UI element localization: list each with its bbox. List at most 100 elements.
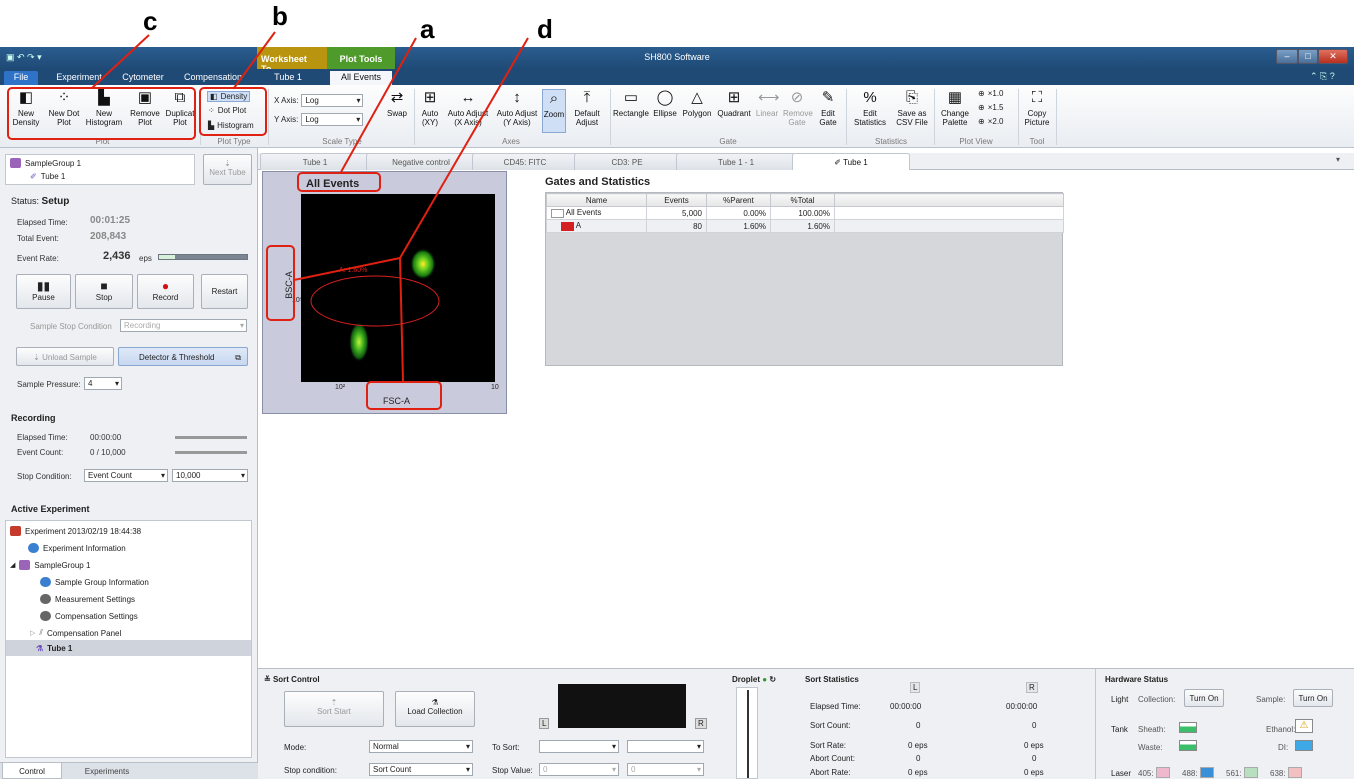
col-name[interactable]: Name [546, 193, 647, 207]
swap-button[interactable]: ⇄ Swap [384, 89, 410, 118]
sort-start-button[interactable]: ⇡ Sort Start [284, 691, 384, 727]
doc-tab-tube-1-active[interactable]: ✐ Tube 1 [792, 153, 910, 171]
laser-488-label: 488: [1182, 769, 1198, 778]
tab-list-dropdown-icon[interactable]: ▾ [1336, 155, 1340, 164]
swap-icon: ⇄ [390, 89, 404, 106]
sample-selector[interactable]: SampleGroup 1 ✐ Tube 1 [5, 154, 195, 185]
recording-stop-select[interactable]: Event Count [84, 469, 168, 482]
tree-item-sample-group-info[interactable]: Sample Group Information [40, 574, 149, 590]
plot-panel[interactable]: All Events BSC-A 10⁵ A: 1.60% 10² 10 FSC… [262, 171, 507, 414]
change-palette-button[interactable]: ▦ Change Palette [937, 89, 973, 127]
tree-item-experiment[interactable]: Experiment 2013/02/19 18:44:38 [10, 523, 141, 539]
stop-value-left-input[interactable]: 0 [539, 763, 619, 776]
polygon-gate-button[interactable]: △ Polygon [681, 89, 713, 118]
tab-control[interactable]: Control [2, 763, 62, 779]
event-rate-unit: eps [139, 254, 152, 263]
status-value: Setup [41, 196, 70, 207]
window-icon: ⧉ [235, 353, 241, 362]
doc-tab-tube-1-1[interactable]: Tube 1 - 1 [676, 153, 796, 170]
record-icon: ● [161, 279, 170, 293]
tab-file[interactable]: File [4, 71, 38, 85]
y-axis-scale-select[interactable]: Log [301, 113, 364, 126]
tree-item-samplegroup[interactable]: ◢ SampleGroup 1 [10, 557, 90, 573]
auto-adjust-y-button[interactable]: ↕ Auto Adjust (Y Axis) [495, 89, 539, 127]
sample-turn-on-button[interactable]: Turn On [1293, 689, 1333, 707]
collection-turn-on-button[interactable]: Turn On [1184, 689, 1224, 707]
tab-experiment[interactable]: Experiment [52, 71, 106, 85]
plot-area[interactable]: A: 1.60% [301, 194, 495, 382]
minimize-button[interactable]: – [1276, 49, 1298, 64]
load-collection-button[interactable]: ⚗ Load Collection [395, 691, 475, 727]
annotation-box-xlabel [366, 381, 442, 410]
stop-value-right-input[interactable]: 0 [627, 763, 704, 776]
close-button[interactable]: ✕ [1318, 49, 1348, 64]
quadrant-gate-button[interactable]: ⊞ Quadrant [715, 89, 753, 118]
doc-tab-cd3-pe[interactable]: CD3: PE [574, 153, 680, 170]
tab-cytometer[interactable]: Cytometer [118, 71, 168, 85]
tree-item-tube-1[interactable]: ⚗ Tube 1 [6, 640, 251, 656]
ellipse-gate-button[interactable]: ◯ Ellipse [651, 89, 679, 118]
auto-xy-button[interactable]: ⊞ Auto (XY) [418, 89, 442, 127]
help-icon[interactable]: ⌃ ⎘ ? [1310, 71, 1335, 82]
edit-gate-button[interactable]: ✎ Edit Gate [815, 89, 841, 127]
zoom-1-5-button[interactable]: ⊕ ×1.5 [978, 103, 1004, 112]
elapsed-time-label: Elapsed Time: [17, 218, 68, 227]
annotation-c: c [143, 6, 158, 36]
tab-tube-1[interactable]: Tube 1 [263, 71, 313, 85]
restart-button[interactable]: Restart [201, 274, 248, 309]
maximize-button[interactable]: □ [1298, 49, 1318, 64]
record-button[interactable]: ● Record [137, 274, 194, 309]
x-axis-scale-select[interactable]: Log [301, 94, 364, 107]
refresh-icon[interactable]: ↻ [769, 675, 776, 684]
tree-item-measurement-settings[interactable]: Measurement Settings [40, 591, 135, 607]
mode-select[interactable]: Normal [369, 740, 473, 753]
edit-statistics-button[interactable]: % Edit Statistics [850, 89, 890, 127]
sample-stop-condition-select[interactable]: Recording [120, 319, 247, 332]
sort-stat-left-value: 0 eps [908, 741, 928, 750]
tab-experiments[interactable]: Experiments [72, 763, 142, 779]
sort-stat-label: Sort Rate: [810, 741, 847, 750]
table-row[interactable]: A 80 1.60% 1.60% [546, 219, 1064, 233]
to-sort-right-select[interactable] [627, 740, 704, 753]
sample-pressure-select[interactable]: 4 [84, 377, 122, 390]
group-separator [610, 89, 611, 145]
to-sort-left-select[interactable] [539, 740, 619, 753]
zoom-button[interactable]: ⌕ Zoom [542, 89, 566, 133]
default-adjust-button[interactable]: ⤒ Default Adjust [570, 89, 604, 127]
remove-gate-button[interactable]: ⊘ Remove Gate [783, 89, 813, 127]
table-row[interactable]: All Events 5,000 0.00% 100.00% [546, 206, 1064, 220]
linear-gate-button[interactable]: ⟷ Linear [754, 89, 780, 118]
auto-adjust-x-button[interactable]: ↔ Auto Adjust (X Axis) [445, 89, 491, 127]
col-events[interactable]: Events [646, 193, 707, 207]
tree-item-compensation-panel[interactable]: ▷ ⫽ Compensation Panel [30, 625, 121, 641]
zoom-2-0-button[interactable]: ⊕ ×2.0 [978, 117, 1004, 126]
sort-control-heading[interactable]: ≚ Sort Control [264, 675, 320, 684]
doc-tab-negative-control[interactable]: Negative control [366, 153, 476, 170]
col-parent[interactable]: %Parent [706, 193, 771, 207]
col-total[interactable]: %Total [770, 193, 835, 207]
tab-compensation[interactable]: Compensation [180, 71, 246, 85]
next-tube-button[interactable]: ⇣ Next Tube [203, 154, 252, 185]
detector-threshold-button[interactable]: Detector & Threshold ⧉ [118, 347, 248, 366]
recording-stop-value-select[interactable]: 10,000 [172, 469, 248, 482]
droplet-camera-view [558, 684, 686, 728]
folder-icon [10, 158, 21, 168]
pause-button[interactable]: ▮▮ Pause [16, 274, 71, 309]
density-plot-svg: A: 1.60% [310, 248, 440, 362]
doc-tab-tube-1[interactable]: Tube 1 [260, 153, 370, 170]
rectangle-gate-button[interactable]: ▭ Rectangle [612, 89, 650, 118]
ethanol-warning-icon: ⚠ [1295, 719, 1313, 733]
unload-sample-button[interactable]: ⇣ Unload Sample [16, 347, 114, 366]
zoom-1-0-button[interactable]: ⊕ ×1.0 [978, 89, 1004, 98]
tree-item-experiment-info[interactable]: Experiment Information [28, 540, 126, 556]
stop-condition-label: Stop condition: [284, 766, 337, 775]
copy-picture-button[interactable]: ⛶ Copy Picture [1022, 89, 1052, 127]
doc-tab-cd45-fitc[interactable]: CD45: FITC [472, 153, 578, 170]
tab-all-events[interactable]: All Events [330, 71, 392, 85]
annotation-box-a [297, 172, 381, 192]
ellipse-gate-a[interactable] [310, 275, 440, 327]
stop-condition-select[interactable]: Sort Count [369, 763, 473, 776]
stop-button[interactable]: ■ Stop [75, 274, 133, 309]
tree-item-compensation-settings[interactable]: Compensation Settings [40, 608, 138, 624]
save-csv-button[interactable]: ⎘ Save as CSV File [892, 89, 932, 127]
